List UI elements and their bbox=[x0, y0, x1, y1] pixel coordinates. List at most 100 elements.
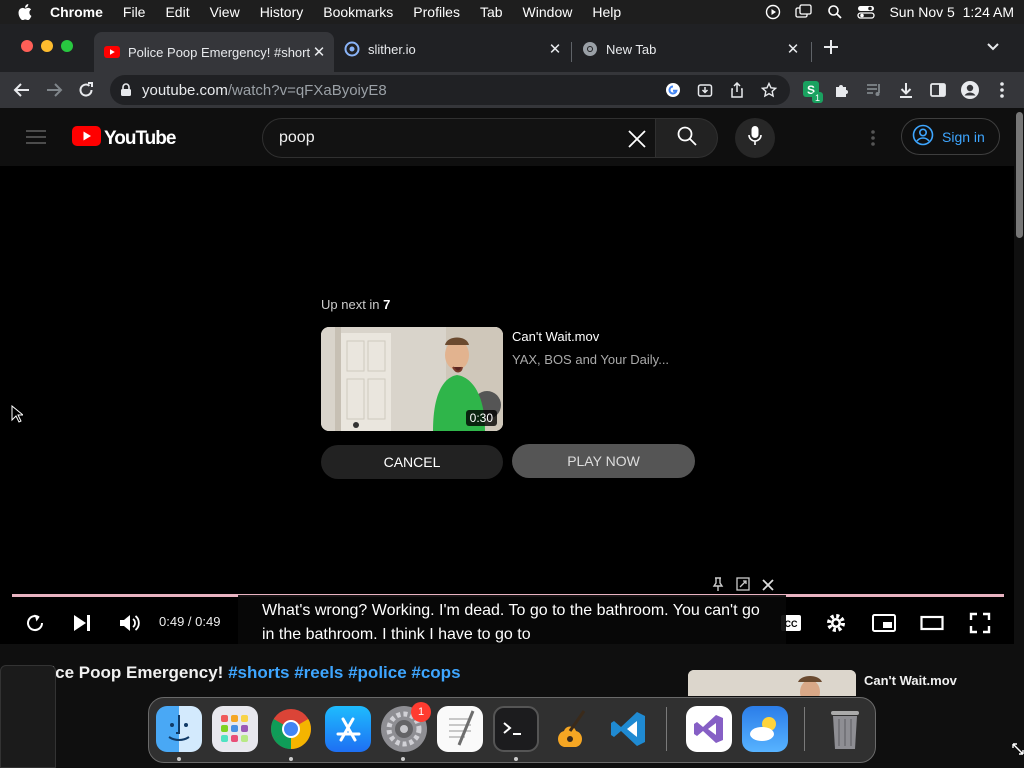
clear-search-icon[interactable] bbox=[627, 129, 647, 154]
sign-in-button[interactable]: Sign in bbox=[901, 118, 1000, 155]
control-center-icon[interactable] bbox=[857, 4, 876, 20]
slither-icon bbox=[344, 41, 360, 57]
menu-file[interactable]: File bbox=[123, 4, 146, 20]
sidebar-video-thumbnail[interactable] bbox=[688, 670, 856, 696]
resize-icon[interactable] bbox=[736, 577, 750, 596]
hamburger-menu-icon[interactable] bbox=[26, 129, 46, 150]
share-icon[interactable] bbox=[729, 81, 745, 102]
install-app-icon[interactable] bbox=[697, 82, 713, 102]
profile-avatar-icon[interactable] bbox=[958, 78, 982, 102]
menu-view[interactable]: View bbox=[210, 4, 240, 20]
voice-search-button[interactable] bbox=[735, 118, 775, 158]
tab-close-icon[interactable]: ✕ bbox=[784, 40, 802, 58]
menu-help[interactable]: Help bbox=[592, 4, 621, 20]
video-title-hashtags[interactable]: #shorts #reels #police #cops bbox=[228, 663, 460, 682]
extension-badge: 1 bbox=[812, 92, 823, 103]
media-controls-icon[interactable] bbox=[862, 78, 886, 102]
dock-running-indicator bbox=[401, 757, 405, 761]
tab-title: slither.io bbox=[368, 41, 416, 57]
window-close-button[interactable] bbox=[21, 40, 33, 52]
caption-window-controls bbox=[712, 577, 774, 596]
time-display: 0:49 / 0:49 bbox=[159, 614, 221, 629]
menu-window[interactable]: Window bbox=[523, 4, 573, 20]
google-lens-icon[interactable] bbox=[665, 82, 681, 102]
tab-slither[interactable]: slither.io ✕ bbox=[334, 32, 570, 66]
video-player[interactable] bbox=[0, 166, 1014, 644]
status-area: Sun Nov 5 1:24 AM bbox=[765, 0, 1014, 24]
side-panel-icon[interactable] bbox=[926, 78, 950, 102]
volume-icon[interactable] bbox=[116, 610, 142, 636]
menu-bookmarks[interactable]: Bookmarks bbox=[323, 4, 393, 20]
menu-profiles[interactable]: Profiles bbox=[413, 4, 460, 20]
page-scrollbar-thumb[interactable] bbox=[1016, 112, 1023, 238]
settings-notification-badge: 1 bbox=[411, 702, 431, 722]
up-next-label: Up next in 7 bbox=[321, 297, 390, 312]
dock-running-indicator bbox=[514, 757, 518, 761]
visual-studio-icon[interactable] bbox=[686, 706, 732, 752]
background-window[interactable] bbox=[0, 665, 56, 768]
settings-kebab-icon[interactable] bbox=[870, 129, 876, 152]
caption-text: What's wrong? Working. I'm dead. To go t… bbox=[262, 602, 760, 643]
lock-icon[interactable] bbox=[120, 83, 132, 97]
window-minimize-button[interactable] bbox=[41, 40, 53, 52]
play-status-icon[interactable] bbox=[765, 4, 781, 20]
dock-running-indicator bbox=[289, 757, 293, 761]
svg-text:CC: CC bbox=[785, 619, 798, 629]
tab-new-tab[interactable]: New Tab ✕ bbox=[572, 32, 808, 66]
menu-history[interactable]: History bbox=[260, 4, 304, 20]
sign-in-label: Sign in bbox=[942, 128, 985, 145]
tab-youtube[interactable]: Police Poop Emergency! #shorts ✕ bbox=[94, 32, 334, 72]
finder-icon[interactable] bbox=[156, 706, 202, 752]
youtube-logo[interactable]: YouTube bbox=[72, 126, 176, 151]
menu-tab[interactable]: Tab bbox=[480, 4, 503, 20]
pin-icon[interactable] bbox=[712, 577, 724, 596]
chrome-menu-icon[interactable] bbox=[990, 78, 1014, 102]
chrome-dock-icon[interactable] bbox=[268, 706, 314, 752]
new-tab-plus-icon[interactable] bbox=[822, 38, 840, 61]
menu-app-name[interactable]: Chrome bbox=[50, 4, 103, 20]
launchpad-icon[interactable] bbox=[212, 706, 258, 752]
replay-icon[interactable] bbox=[22, 610, 48, 636]
tab-close-icon[interactable]: ✕ bbox=[310, 43, 328, 61]
resize-cursor-icon bbox=[1012, 742, 1024, 760]
downloads-icon[interactable] bbox=[894, 78, 918, 102]
macos-menu-bar: Chrome File Edit View History Bookmarks … bbox=[0, 0, 1024, 24]
menu-edit[interactable]: Edit bbox=[165, 4, 189, 20]
terminal-icon[interactable] bbox=[493, 706, 539, 752]
tab-close-icon[interactable]: ✕ bbox=[546, 40, 564, 58]
play-now-button[interactable]: PLAY NOW bbox=[512, 444, 695, 478]
extensions-puzzle-icon[interactable] bbox=[830, 78, 854, 102]
weather-icon[interactable] bbox=[742, 706, 788, 752]
spotlight-search-icon[interactable] bbox=[827, 4, 843, 20]
close-captions-window-icon[interactable] bbox=[762, 578, 774, 596]
address-bar[interactable]: youtube.com/watch?v=qFXaByoiyE8 bbox=[110, 75, 790, 105]
forward-arrow-icon[interactable] bbox=[42, 78, 66, 102]
menu-clock[interactable]: Sun Nov 5 1:24 AM bbox=[889, 4, 1014, 20]
vscode-icon[interactable] bbox=[605, 706, 651, 752]
cancel-autoplay-button[interactable]: CANCEL bbox=[321, 445, 503, 479]
window-zoom-button[interactable] bbox=[61, 40, 73, 52]
next-video-thumbnail[interactable]: 0:30 bbox=[321, 327, 503, 431]
tab-search-chevron-icon[interactable] bbox=[986, 40, 1000, 59]
miniplayer-icon[interactable] bbox=[871, 610, 897, 636]
reload-icon[interactable] bbox=[74, 78, 98, 102]
search-button[interactable] bbox=[656, 118, 718, 158]
extension-s-icon[interactable]: S 1 bbox=[800, 78, 824, 103]
apple-menu-icon[interactable] bbox=[18, 4, 36, 20]
app-store-icon[interactable] bbox=[325, 706, 371, 752]
up-next-prefix: Up next in bbox=[321, 297, 380, 312]
theater-mode-icon[interactable] bbox=[919, 610, 945, 636]
screen-mirror-icon[interactable] bbox=[795, 4, 813, 20]
bookmark-star-icon[interactable] bbox=[760, 81, 778, 102]
textedit-icon[interactable] bbox=[437, 706, 483, 752]
fullscreen-icon[interactable] bbox=[967, 610, 993, 636]
search-input[interactable]: poop bbox=[262, 118, 656, 158]
settings-gear-icon[interactable] bbox=[823, 610, 849, 636]
garageband-icon[interactable] bbox=[549, 706, 595, 752]
sidebar-video-title[interactable]: Can't Wait.mov bbox=[864, 673, 957, 688]
next-video-title[interactable]: Can't Wait.mov bbox=[512, 329, 599, 344]
next-video-icon[interactable] bbox=[69, 610, 95, 636]
youtube-wordmark: YouTube bbox=[104, 127, 176, 149]
back-arrow-icon[interactable] bbox=[10, 78, 34, 102]
trash-icon[interactable] bbox=[822, 706, 868, 752]
